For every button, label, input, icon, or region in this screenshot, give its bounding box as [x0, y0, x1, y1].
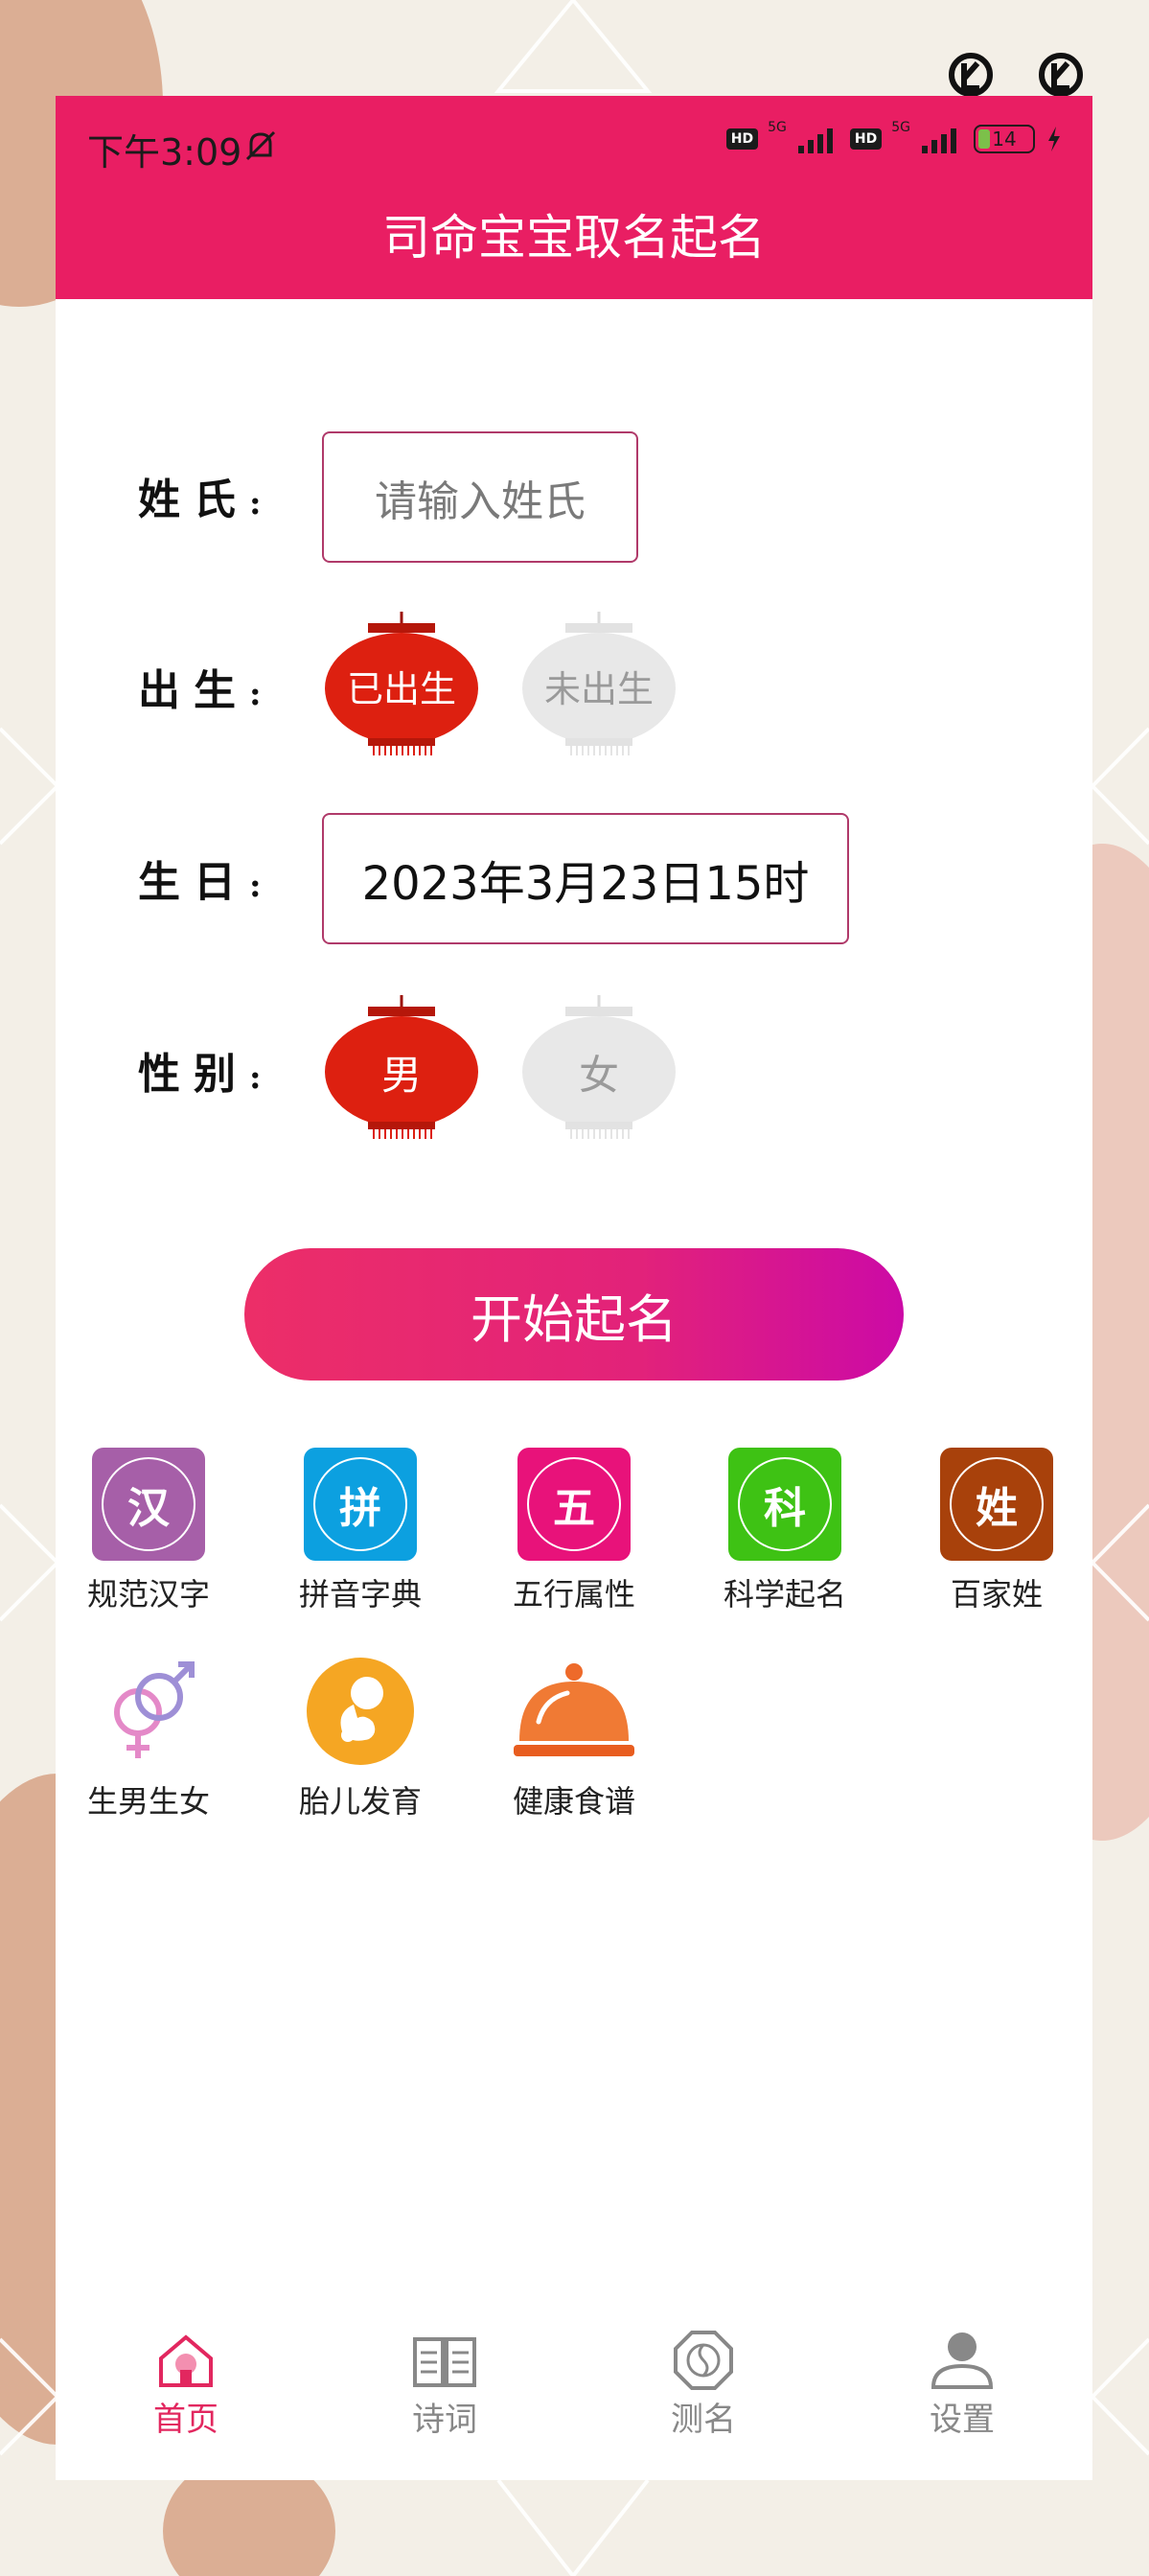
bell-muted-icon — [245, 130, 276, 161]
fetus-icon — [307, 1658, 414, 1765]
hd-badge-2: HD — [849, 128, 883, 150]
feature-gender[interactable]: 生男生女 — [67, 1655, 230, 1822]
feature-recipes[interactable]: 健康食谱 — [493, 1655, 655, 1822]
feature-pinyin[interactable]: 拼 拼音字典 — [279, 1448, 442, 1614]
feature-label: 五行属性 — [512, 1576, 635, 1613]
feature-label: 拼音字典 — [298, 1576, 422, 1613]
feature-surnames[interactable]: 姓 百家姓 — [915, 1448, 1078, 1614]
male-option-button[interactable]: 男 — [322, 995, 481, 1139]
han-icon: 汉 — [92, 1448, 205, 1561]
wuxing-glyph: 五 — [527, 1457, 621, 1551]
tab-poetry[interactable]: 诗词 — [349, 2330, 540, 2440]
tab-settings[interactable]: 设置 — [866, 2330, 1058, 2440]
feature-label: 科学起名 — [723, 1576, 846, 1613]
birthday-label: 生日: — [138, 858, 262, 907]
feature-fetus[interactable]: 胎儿发育 — [279, 1655, 442, 1822]
feature-label: 规范汉字 — [86, 1576, 210, 1613]
start-naming-button[interactable]: 开始起名 — [244, 1248, 904, 1381]
app-header: 下午3:09 HD 5G HD 5G 14 司命宝宝取名起名 — [56, 96, 1092, 299]
science-glyph: 科 — [738, 1457, 832, 1551]
feature-label: 健康食谱 — [512, 1783, 635, 1820]
battery-level: 14 — [992, 128, 1017, 151]
signal-icon-2 — [922, 128, 956, 153]
pinyin-glyph: 拼 — [313, 1457, 407, 1551]
science-icon: 科 — [728, 1448, 841, 1561]
gender-symbols-icon — [114, 1661, 195, 1758]
food-cloche-icon — [514, 1663, 634, 1756]
signal-icon — [797, 128, 833, 153]
born-option-label: 已出生 — [346, 668, 456, 710]
status-icons: HD 5G HD 5G 14 — [725, 120, 1064, 153]
female-option-button[interactable]: 女 — [519, 995, 678, 1139]
tab-label: 诗词 — [412, 2401, 477, 2439]
unborn-option-label: 未出生 — [543, 668, 654, 710]
bottom-tab-bar: 首页 诗词 测名 设置 — [56, 2330, 1092, 2480]
surname-input[interactable]: 请输入姓氏 — [322, 431, 638, 563]
birth-status-label: 出生: — [138, 666, 262, 715]
hd-badge: HD — [725, 128, 759, 150]
page-title: 司命宝宝取名起名 — [382, 210, 766, 266]
battery-icon: 14 — [974, 125, 1035, 153]
book-icon — [413, 2337, 476, 2387]
gender-label: 性别: — [138, 1050, 262, 1099]
surname-icon: 姓 — [940, 1448, 1053, 1561]
tab-home[interactable]: 首页 — [90, 2330, 282, 2440]
feature-label: 百家姓 — [950, 1576, 1043, 1613]
wuxing-icon: 五 — [517, 1448, 631, 1561]
app-screen: 下午3:09 HD 5G HD 5G 14 司命宝宝取名起名 姓氏: 请输入姓氏… — [56, 96, 1092, 2480]
home-icon — [159, 2334, 213, 2387]
pinyin-icon: 拼 — [304, 1448, 417, 1561]
tab-label: 首页 — [153, 2401, 218, 2439]
bagua-icon — [674, 2331, 733, 2390]
network-label-2: 5G — [891, 120, 910, 135]
han-glyph: 汉 — [102, 1457, 195, 1551]
network-label: 5G — [768, 120, 787, 135]
tab-name-test[interactable]: 测名 — [608, 2330, 799, 2440]
user-icon — [931, 2332, 994, 2389]
female-option-label: 女 — [578, 1052, 619, 1099]
born-option-button[interactable]: 已出生 — [322, 612, 481, 755]
surname-glyph: 姓 — [950, 1457, 1044, 1551]
feature-han[interactable]: 汉 规范汉字 — [67, 1448, 230, 1614]
feature-wuxing[interactable]: 五 五行属性 — [493, 1448, 655, 1614]
feature-label: 生男生女 — [86, 1783, 210, 1820]
tab-label: 设置 — [930, 2401, 995, 2439]
status-time: 下午3:09 — [87, 131, 242, 174]
birthday-field[interactable]: 2023年3月23日15时 — [322, 813, 849, 944]
feature-label: 胎儿发育 — [298, 1783, 422, 1820]
charging-icon — [1048, 127, 1060, 151]
male-option-label: 男 — [380, 1052, 422, 1099]
feature-science[interactable]: 科 科学起名 — [703, 1448, 866, 1614]
tab-label: 测名 — [671, 2401, 736, 2439]
surname-label: 姓氏: — [138, 476, 262, 524]
unborn-option-button[interactable]: 未出生 — [519, 612, 678, 755]
